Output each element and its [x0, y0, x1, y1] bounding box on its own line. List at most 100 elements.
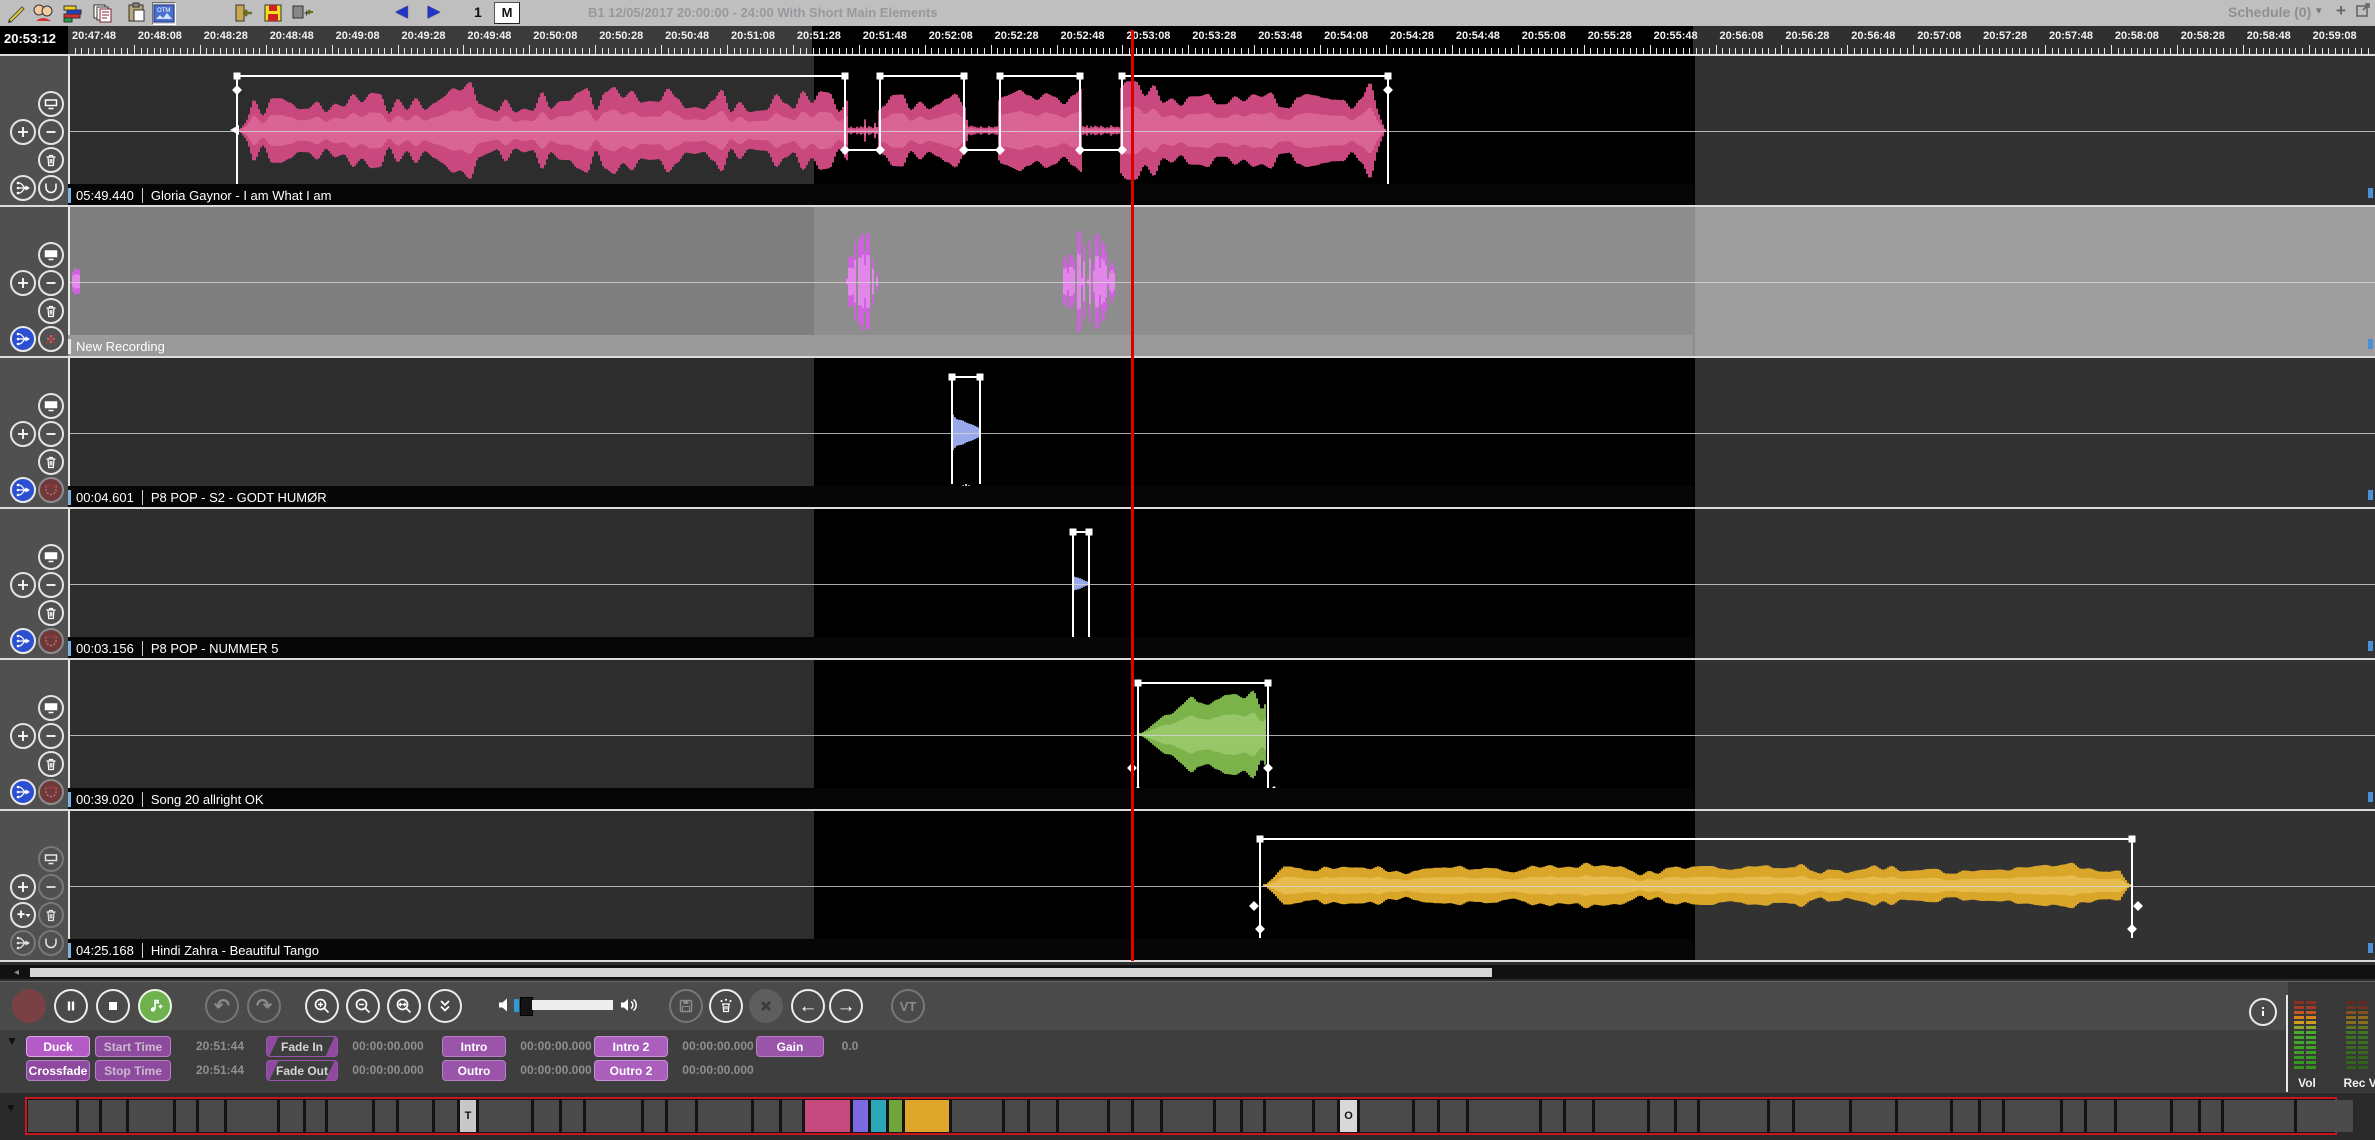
undo-button[interactable]: ↶ — [205, 989, 239, 1023]
collapse-button[interactable] — [428, 989, 462, 1023]
redo-button[interactable]: ↷ — [247, 989, 281, 1023]
track-3-minus-button[interactable] — [38, 421, 64, 447]
horizontal-scrollbar[interactable]: ◂ — [0, 965, 2375, 979]
field-row1-start-time-button[interactable]: Start Time — [95, 1036, 171, 1057]
track-6-add-menu-button[interactable] — [10, 902, 36, 928]
save-floppy-icon[interactable] — [262, 2, 284, 23]
track-2-minus-button[interactable] — [38, 270, 64, 296]
zoom-in-button[interactable] — [305, 989, 339, 1023]
track-2-trash-button[interactable] — [38, 298, 64, 324]
track-3-plus-button[interactable] — [10, 421, 36, 447]
rundown-block[interactable] — [1677, 1100, 1697, 1132]
rundown-block[interactable] — [1770, 1100, 1792, 1132]
track-5-monitor-button[interactable] — [38, 695, 64, 721]
rundown-block[interactable] — [1953, 1100, 1978, 1132]
users-icon[interactable] — [32, 2, 54, 23]
rundown-block[interactable] — [1898, 1100, 1950, 1132]
track-6-monitor-button[interactable] — [38, 846, 64, 872]
add-note-button[interactable] — [138, 989, 172, 1023]
track-6-branch-button[interactable] — [10, 930, 36, 956]
track-6-plus-button[interactable] — [10, 874, 36, 900]
rundown-block[interactable] — [1700, 1100, 1767, 1132]
rundown-block[interactable] — [1243, 1100, 1263, 1132]
field-row2-crossfade-button[interactable]: Crossfade — [26, 1060, 90, 1081]
rundown-block[interactable] — [1266, 1100, 1312, 1132]
save-button[interactable] — [669, 989, 703, 1023]
rundown-block[interactable] — [1360, 1100, 1412, 1132]
rundown-block[interactable] — [28, 1100, 76, 1132]
track-4-monitor-button[interactable] — [38, 544, 64, 570]
rundown-block[interactable] — [534, 1100, 559, 1132]
rundown-block[interactable] — [1059, 1100, 1107, 1132]
track-3-monitor-button[interactable] — [38, 393, 64, 419]
rundown-blocks[interactable]: TO — [25, 1097, 2337, 1135]
track-4-plus-button[interactable] — [10, 572, 36, 598]
rundown-block[interactable] — [102, 1100, 126, 1132]
delete-cart-button[interactable] — [709, 989, 743, 1023]
rundown-block[interactable] — [479, 1100, 531, 1132]
track-label-2[interactable]: New Recording — [68, 335, 1693, 357]
rundown-block[interactable] — [2063, 1100, 2084, 1132]
rundown-block[interactable] — [2005, 1100, 2060, 1132]
track-2-branch-button[interactable] — [10, 326, 36, 352]
save-exit-icon[interactable]: + — [292, 2, 314, 23]
schedule-dropdown-icon[interactable]: ▾ — [2316, 4, 2322, 17]
schedule-label[interactable]: Schedule (0) — [2228, 4, 2311, 20]
rundown-block[interactable] — [754, 1100, 779, 1132]
rundown-block[interactable] — [375, 1100, 396, 1132]
next-button[interactable]: → — [829, 989, 863, 1023]
nav-back-icon[interactable]: ◀ — [396, 2, 408, 20]
otm-image-icon[interactable]: OTM — [152, 2, 176, 25]
schedule-add-icon[interactable]: + — [2336, 1, 2346, 21]
rundown-block[interactable] — [2173, 1100, 2198, 1132]
track-label-5[interactable]: 00:39.020Song 20 allright OK — [68, 788, 1693, 810]
track-label-1[interactable]: 05:49.440Gloria Gaynor - I am What I am — [68, 184, 1693, 206]
volume-slider-track[interactable] — [532, 1000, 613, 1010]
nav-forward-icon[interactable]: ▶ — [428, 2, 440, 20]
track-1-plus-button[interactable] — [10, 119, 36, 145]
rundown-block[interactable] — [1981, 1100, 2002, 1132]
prev-button[interactable]: ← — [791, 989, 825, 1023]
track-1-minus-button[interactable] — [38, 119, 64, 145]
field-row1-intro-button[interactable]: Intro — [442, 1036, 506, 1057]
track-1-trash-button[interactable] — [38, 147, 64, 173]
edit-pencil-icon[interactable] — [6, 2, 28, 23]
rundown-block[interactable] — [1440, 1100, 1466, 1132]
rundown-block[interactable] — [1163, 1100, 1213, 1132]
track-6-ucurve-button[interactable] — [38, 930, 64, 956]
track-6-trash-button[interactable] — [38, 902, 64, 928]
field-row1-fade-in-button[interactable]: Fade In — [266, 1036, 338, 1057]
field-row1-duck-button[interactable]: Duck — [26, 1036, 90, 1057]
track-4-minus-button[interactable] — [38, 572, 64, 598]
rundown-block[interactable] — [1110, 1100, 1131, 1132]
rundown-block[interactable] — [586, 1100, 641, 1132]
strip-caret-icon[interactable]: ▼ — [5, 1101, 17, 1115]
rundown-block[interactable] — [227, 1100, 277, 1132]
track-5-trash-button[interactable] — [38, 751, 64, 777]
rundown-block[interactable] — [782, 1100, 802, 1132]
volume-control[interactable] — [497, 996, 511, 1016]
mode-button[interactable]: M — [494, 2, 520, 24]
rundown-block[interactable] — [280, 1100, 303, 1132]
clipboard-icon[interactable] — [126, 2, 148, 23]
rundown-block[interactable] — [2297, 1100, 2353, 1132]
track-4-branch-button[interactable] — [10, 628, 36, 654]
rundown-block[interactable] — [79, 1100, 99, 1132]
collapse-caret-icon[interactable]: ▼ — [6, 1034, 18, 1048]
rundown-block[interactable] — [129, 1100, 173, 1132]
rundown-block-T[interactable]: T — [460, 1100, 476, 1132]
exit-door-icon[interactable] — [232, 2, 254, 23]
track-1-ucurve-button[interactable] — [38, 175, 64, 201]
stop-button[interactable] — [96, 989, 130, 1023]
schedule-open-icon[interactable] — [2356, 3, 2371, 23]
field-row1-gain-button[interactable]: Gain — [756, 1036, 824, 1057]
playhead-cursor[interactable] — [1131, 30, 1134, 961]
field-row2-outro-2-button[interactable]: Outro 2 — [594, 1060, 668, 1081]
field-row2-fade-out-button[interactable]: Fade Out — [266, 1060, 338, 1081]
track-2-monitor-button[interactable] — [38, 242, 64, 268]
rundown-block[interactable] — [2224, 1100, 2294, 1132]
track-2-plus-button[interactable] — [10, 270, 36, 296]
rundown-block[interactable] — [1134, 1100, 1160, 1132]
pause-button[interactable] — [54, 989, 88, 1023]
field-row2-outro-button[interactable]: Outro — [442, 1060, 506, 1081]
